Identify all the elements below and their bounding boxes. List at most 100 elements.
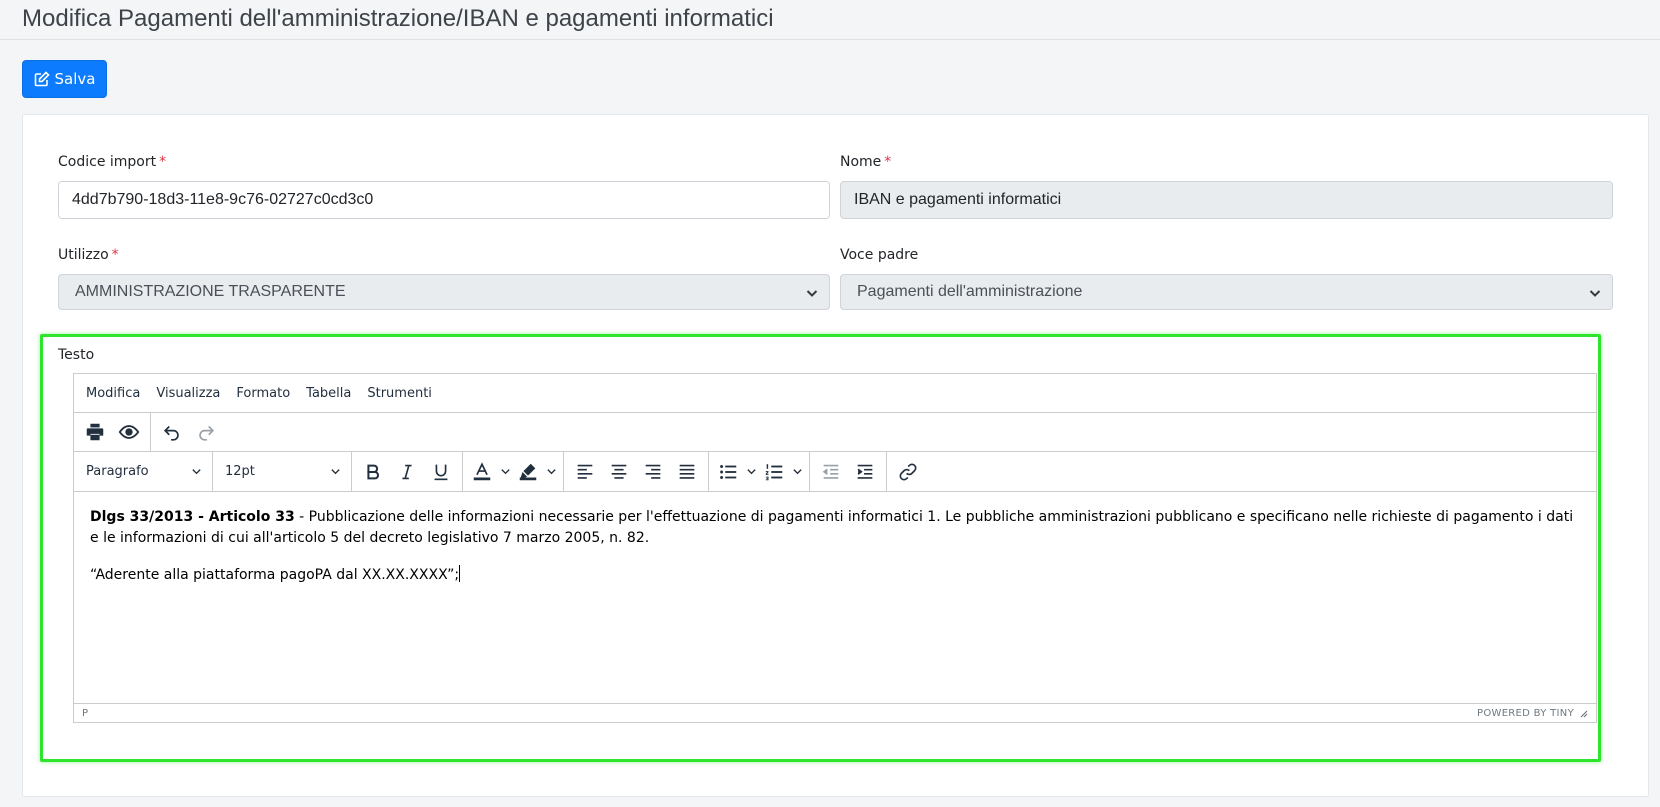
editor-toolbar-bottom: Paragrafo 12pt: [74, 452, 1596, 492]
toolbar-group: [810, 452, 887, 491]
utilizzo-select[interactable]: AMMINISTRAZIONE TRASPARENTE: [58, 274, 830, 310]
codice-import-label-text: Codice import: [58, 154, 157, 170]
undo-button[interactable]: [155, 416, 189, 448]
chevron-down-icon: [1589, 290, 1601, 297]
editor-toolbar-top: [74, 413, 1596, 452]
preview-button[interactable]: [112, 416, 146, 448]
align-right-icon: [645, 464, 661, 479]
align-left-button[interactable]: [568, 456, 602, 488]
utilizzo-label-text: Utilizzo: [58, 247, 109, 263]
toolbar-group: [564, 452, 709, 491]
codice-import-field[interactable]: 4dd7b790-18d3-11e8-9c76-02727c0cd3c0: [58, 181, 830, 219]
text-color-icon: [473, 461, 491, 480]
content-text: “Aderente alla piattaforma pagoPA dal XX…: [90, 567, 460, 583]
save-button[interactable]: Salva: [22, 60, 107, 98]
highlight-color-button[interactable]: [513, 456, 559, 488]
toolbar-group: [74, 413, 151, 451]
edit-icon: [34, 71, 50, 87]
codice-import-value: 4dd7b790-18d3-11e8-9c76-02727c0cd3c0: [72, 191, 374, 208]
resize-handle-icon[interactable]: [1578, 708, 1588, 718]
italic-button[interactable]: [390, 456, 424, 488]
bold-icon: [367, 464, 379, 479]
chevron-down-icon: [500, 469, 510, 475]
text-caret: [459, 565, 461, 582]
undo-icon: [163, 425, 179, 441]
chevron-down-icon: [546, 469, 556, 475]
toolbar-group: [352, 452, 463, 491]
align-right-button[interactable]: [636, 456, 670, 488]
font-size-value: 12pt: [225, 464, 255, 479]
highlight-icon: [519, 463, 537, 480]
align-left-icon: [577, 464, 593, 479]
toolbar-group: [887, 452, 929, 491]
menu-formato[interactable]: Formato: [236, 386, 290, 401]
indent-icon: [857, 464, 873, 479]
voce-padre-label: Voce padre: [840, 247, 919, 263]
rich-text-editor[interactable]: Modifica Visualizza Formato Tabella Stru…: [73, 373, 1597, 723]
content-paragraph: Dlgs 33/2013 - Articolo 33 - Pubblicazio…: [90, 507, 1580, 549]
chevron-down-icon: [806, 290, 818, 297]
required-mark: *: [159, 154, 167, 170]
block-format-dropdown[interactable]: Paragrafo: [74, 452, 213, 491]
nome-field[interactable]: IBAN e pagamenti informatici: [840, 181, 1613, 219]
justify-button[interactable]: [670, 456, 704, 488]
toolbar-group: [709, 452, 810, 491]
editor-content[interactable]: Dlgs 33/2013 - Articolo 33 - Pubblicazio…: [74, 492, 1596, 705]
underline-icon: [434, 464, 448, 480]
nome-label: Nome *: [840, 154, 891, 170]
italic-icon: [402, 464, 412, 479]
toolbar-group: [151, 413, 227, 451]
voce-padre-value: Pagamenti dell'amministrazione: [857, 283, 1083, 300]
outdent-button[interactable]: [814, 456, 848, 488]
required-mark: *: [884, 154, 892, 170]
align-center-button[interactable]: [602, 456, 636, 488]
editor-menubar: Modifica Visualizza Formato Tabella Stru…: [74, 374, 1596, 413]
toolbar-group: [463, 452, 564, 491]
bullet-list-icon: [720, 464, 737, 479]
numbered-list-button[interactable]: [759, 456, 805, 488]
print-button[interactable]: [78, 416, 112, 448]
page-title: Modifica Pagamenti dell'amministrazione/…: [22, 5, 774, 32]
content-text: - Pubblicazione delle informazioni neces…: [90, 509, 1574, 546]
block-format-value: Paragrafo: [86, 464, 149, 479]
editor-statusbar: P POWERED BY TINY: [74, 703, 1596, 722]
link-icon: [899, 463, 917, 480]
required-mark: *: [111, 247, 119, 263]
redo-button[interactable]: [189, 416, 223, 448]
chevron-down-icon: [331, 469, 340, 475]
indent-button[interactable]: [848, 456, 882, 488]
content-paragraph: “Aderente alla piattaforma pagoPA dal XX…: [90, 565, 1580, 586]
menu-visualizza[interactable]: Visualizza: [156, 386, 220, 401]
menu-modifica[interactable]: Modifica: [86, 386, 140, 401]
element-path[interactable]: P: [82, 708, 88, 719]
codice-import-label: Codice import *: [58, 154, 166, 170]
save-button-label: Salva: [54, 70, 96, 88]
link-button[interactable]: [891, 456, 925, 488]
page-header: Modifica Pagamenti dell'amministrazione/…: [0, 0, 1660, 40]
preview-icon: [118, 425, 140, 439]
voce-padre-select[interactable]: Pagamenti dell'amministrazione: [840, 274, 1613, 310]
chevron-down-icon: [192, 469, 201, 475]
nome-label-text: Nome: [840, 154, 882, 170]
underline-button[interactable]: [424, 456, 458, 488]
justify-icon: [679, 464, 695, 479]
chevron-down-icon: [792, 469, 802, 475]
testo-label: Testo: [58, 347, 95, 363]
menu-tabella[interactable]: Tabella: [306, 386, 351, 401]
chevron-down-icon: [746, 469, 756, 475]
content-bold-title: Dlgs 33/2013 - Articolo 33: [90, 509, 295, 525]
font-size-dropdown[interactable]: 12pt: [213, 452, 352, 491]
text-color-button[interactable]: [467, 456, 513, 488]
print-icon: [86, 423, 104, 441]
align-center-icon: [611, 464, 627, 479]
menu-strumenti[interactable]: Strumenti: [367, 386, 432, 401]
nome-value: IBAN e pagamenti informatici: [854, 191, 1062, 208]
redo-icon: [199, 425, 215, 441]
bullet-list-button[interactable]: [713, 456, 759, 488]
outdent-icon: [822, 464, 839, 479]
utilizzo-label: Utilizzo *: [58, 247, 119, 263]
numbered-list-icon: [765, 463, 783, 480]
utilizzo-value: AMMINISTRAZIONE TRASPARENTE: [75, 283, 346, 300]
branding-link[interactable]: POWERED BY TINY: [1477, 708, 1574, 719]
bold-button[interactable]: [356, 456, 390, 488]
